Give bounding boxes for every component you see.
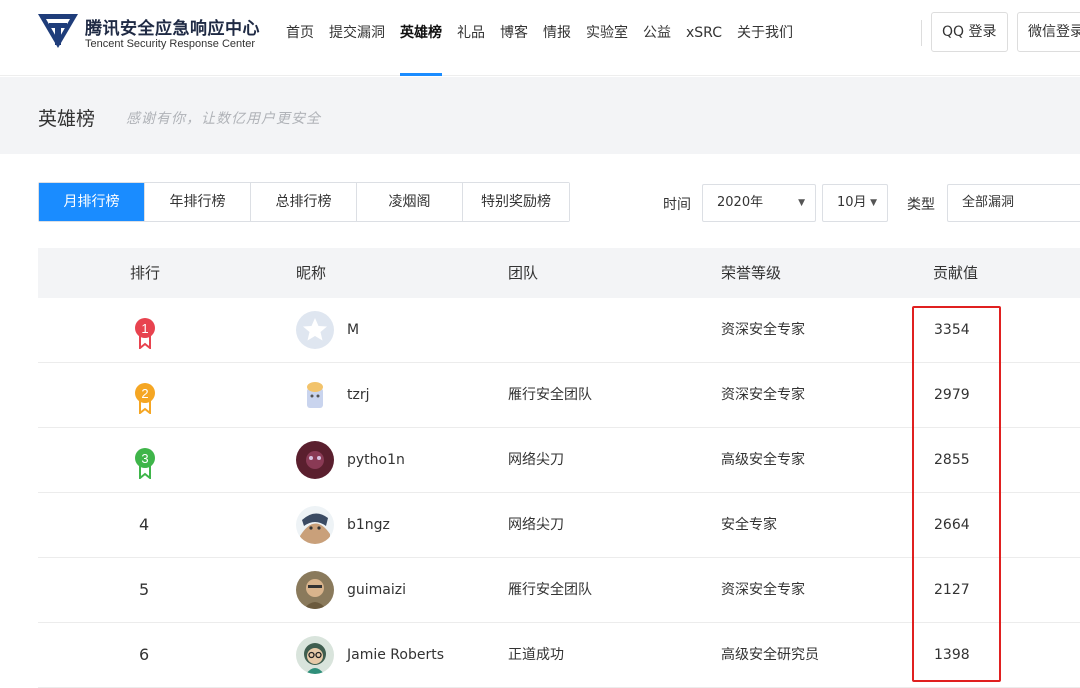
team-name: 正道成功: [508, 647, 564, 663]
caret-down-icon: ▼: [870, 198, 877, 208]
header-level: 荣誉等级: [721, 264, 782, 282]
medal-silver-icon: 2: [135, 383, 155, 414]
header-team: 团队: [508, 264, 539, 282]
rank-number: 4: [139, 515, 150, 534]
honor-level: 高级安全专家: [721, 452, 805, 468]
logo-subtitle: Tencent Security Response Center: [85, 38, 255, 50]
avatar[interactable]: [296, 571, 334, 609]
top-header: 腾讯安全应急响应中心 Tencent Security Response Cen…: [0, 0, 1080, 76]
page-banner: 英雄榜 感谢有你，让数亿用户更安全: [0, 77, 1080, 154]
year-select-value: 2020年: [717, 195, 764, 210]
tab-total[interactable]: 总排行榜: [251, 183, 357, 221]
team-name: 网络尖刀: [508, 452, 564, 468]
type-select-value: 全部漏洞: [962, 195, 1015, 210]
tab-monthly[interactable]: 月排行榜: [39, 183, 145, 221]
logo-title[interactable]: 腾讯安全应急响应中心: [85, 14, 260, 39]
nav-submit-vuln[interactable]: 提交漏洞: [329, 0, 385, 76]
nickname[interactable]: M: [347, 298, 359, 362]
nav-blog[interactable]: 博客: [500, 0, 528, 76]
honor-level: 安全专家: [721, 517, 777, 533]
honor-level: 资深安全专家: [721, 322, 805, 338]
nickname[interactable]: pytho1n: [347, 428, 405, 492]
honor-level: 资深安全专家: [721, 387, 805, 403]
nickname[interactable]: tzrj: [347, 363, 369, 427]
time-filter-label: 时间: [663, 197, 691, 213]
header-nickname: 昵称: [296, 264, 327, 282]
medal-rank-text: 3: [141, 451, 148, 466]
nickname[interactable]: guimaizi: [347, 558, 406, 622]
header-score: 贡献值: [933, 264, 979, 282]
month-select[interactable]: 10月 ▼: [822, 184, 888, 222]
page-subtitle: 感谢有你，让数亿用户更安全: [126, 111, 321, 127]
medal-rank-text: 1: [141, 321, 148, 336]
tab-special-reward[interactable]: 特别奖励榜: [463, 183, 569, 221]
nav-divider: [921, 20, 922, 46]
avatar[interactable]: [296, 311, 334, 349]
caret-down-icon: ▼: [798, 198, 805, 208]
type-select[interactable]: 全部漏洞: [947, 184, 1080, 222]
table-header: 排行 昵称 团队 荣誉等级 贡献值: [38, 248, 1080, 298]
nav-gifts[interactable]: 礼品: [457, 0, 485, 76]
main-nav: 首页 提交漏洞 英雄榜 礼品 博客 情报 实验室 公益 xSRC 关于我们: [286, 0, 808, 76]
tab-yearly[interactable]: 年排行榜: [145, 183, 251, 221]
year-select[interactable]: 2020年 ▼: [702, 184, 816, 222]
nickname[interactable]: Jamie Roberts: [347, 623, 444, 687]
nav-about[interactable]: 关于我们: [737, 0, 793, 76]
medal-rank-text: 2: [141, 386, 148, 401]
header-rank: 排行: [130, 264, 161, 282]
team-name: 雁行安全团队: [508, 387, 592, 403]
medal-gold-icon: 1: [135, 318, 155, 349]
nav-xsrc[interactable]: xSRC: [686, 0, 722, 76]
rank-number: 6: [139, 645, 150, 664]
nav-charity[interactable]: 公益: [643, 0, 671, 76]
avatar[interactable]: [296, 636, 334, 674]
team-name: 雁行安全团队: [508, 582, 592, 598]
avatar[interactable]: [296, 506, 334, 544]
page-title: 英雄榜: [38, 108, 96, 130]
team-name: 网络尖刀: [508, 517, 564, 533]
nav-lab[interactable]: 实验室: [586, 0, 628, 76]
tab-lingyange[interactable]: 凌烟阁: [357, 183, 463, 221]
nav-hero-board[interactable]: 英雄榜: [400, 0, 442, 76]
honor-level: 高级安全研究员: [721, 647, 819, 663]
avatar[interactable]: [296, 441, 334, 479]
nickname[interactable]: b1ngz: [347, 493, 390, 557]
score-highlight-box: [912, 306, 1001, 682]
tencent-logo-icon[interactable]: [38, 14, 78, 50]
type-filter-label: 类型: [907, 197, 935, 213]
avatar[interactable]: [296, 376, 334, 414]
nav-intel[interactable]: 情报: [543, 0, 571, 76]
month-select-value: 10月: [837, 195, 867, 210]
nav-home[interactable]: 首页: [286, 0, 314, 76]
rank-number: 5: [139, 580, 150, 599]
medal-bronze-icon: 3: [135, 448, 155, 479]
wechat-login-button[interactable]: 微信登录: [1017, 12, 1080, 52]
ranking-tabs: 月排行榜 年排行榜 总排行榜 凌烟阁 特别奖励榜: [38, 182, 570, 222]
honor-level: 资深安全专家: [721, 582, 805, 598]
qq-login-button[interactable]: QQ 登录: [931, 12, 1008, 52]
